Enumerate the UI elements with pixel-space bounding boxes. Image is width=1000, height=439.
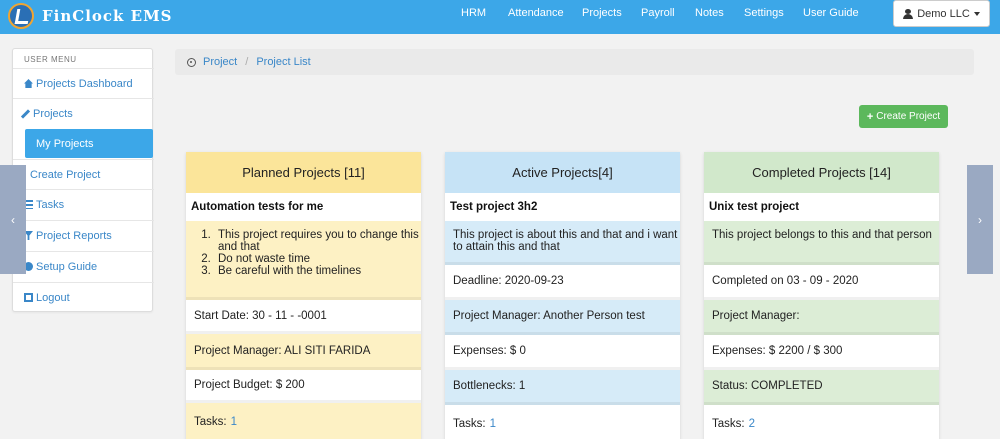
breadcrumb: Project / Project List — [175, 49, 974, 75]
project-description: This project requires you to change this… — [186, 221, 421, 300]
sidebar-item-setup-guide[interactable]: Setup Guide — [13, 251, 154, 281]
tasks-count-link[interactable]: 1 — [231, 416, 237, 428]
deadline: Deadline: 2020-09-23 — [445, 265, 680, 300]
sidebar-item-label: Tasks — [36, 198, 65, 211]
active-projects-column: Active Projects[4] Test project 3h2 This… — [445, 152, 680, 439]
nav-projects[interactable]: Projects — [582, 0, 622, 34]
create-project-label: Create Project — [876, 111, 941, 122]
user-menu-button[interactable]: Demo LLC — [893, 0, 990, 27]
breadcrumb-project[interactable]: Project — [203, 56, 237, 68]
sidebar-item-label: Create Project — [30, 168, 101, 181]
tasks-count-link[interactable]: 1 — [490, 418, 496, 430]
tasks-count-link[interactable]: 2 — [749, 418, 755, 430]
sidebar-item-label: Projects Dashboard — [36, 77, 133, 90]
project-name[interactable]: Unix test project — [704, 193, 939, 221]
breadcrumb-separator: / — [245, 56, 249, 68]
chevron-left-icon: ‹ — [11, 212, 15, 227]
project-manager: Project Manager: Another Person test — [445, 300, 680, 335]
nav-attendance[interactable]: Attendance — [508, 0, 564, 34]
expenses: Expenses: $ 2200 / $ 300 — [704, 335, 939, 370]
sidebar-item-project-reports[interactable]: Project Reports — [13, 220, 154, 250]
breadcrumb-project-list[interactable]: Project List — [256, 56, 310, 68]
bottlenecks: Bottlenecks: 1 — [445, 370, 680, 405]
dashboard-icon — [187, 57, 196, 67]
sidebar-item-label: Logout — [36, 291, 70, 304]
sidebar-item-my-projects[interactable]: My Projects — [25, 129, 153, 158]
sidebar-item-projects-dashboard[interactable]: Projects Dashboard — [13, 68, 154, 98]
sidebar-item-create-project[interactable]: Create Project — [13, 159, 154, 189]
description-list: This project requires you to change this… — [194, 229, 421, 277]
completed-date: Completed on 03 - 09 - 2020 — [704, 265, 939, 300]
tasks-label: Tasks: — [194, 415, 227, 428]
carousel-next-button[interactable]: › — [967, 165, 993, 274]
nav-notes[interactable]: Notes — [695, 0, 724, 34]
user-icon — [903, 8, 914, 19]
top-navbar: FinClock EMS HRM Attendance Projects Pay… — [0, 0, 1000, 34]
caret-down-icon — [973, 11, 980, 16]
sidebar-item-label: Setup Guide — [36, 260, 98, 273]
expenses: Expenses: $ 0 — [445, 335, 680, 370]
sidebar-item-label: My Projects — [36, 137, 94, 150]
sidebar-item-tasks[interactable]: Tasks — [13, 189, 154, 219]
user-menu-label: Demo LLC — [917, 7, 970, 20]
nav-hrm[interactable]: HRM — [461, 0, 486, 34]
brand-name: FinClock EMS — [42, 7, 173, 25]
sidebar-item-logout[interactable]: Logout — [13, 282, 154, 312]
nav-user-guide[interactable]: User Guide — [803, 0, 859, 34]
tasks: Tasks: 2 — [704, 405, 939, 439]
plus-icon: + — [866, 110, 874, 123]
sidebar-item-projects[interactable]: Projects — [13, 98, 154, 128]
start-date: Start Date: 30 - 11 - -0001 — [186, 300, 421, 334]
project-manager: Project Manager: — [704, 300, 939, 335]
tasks-label: Tasks: — [712, 417, 745, 430]
sidebar-item-label: Project Reports — [36, 229, 112, 242]
brand-logo-icon — [8, 3, 34, 29]
list-item: Be careful with the timelines — [214, 265, 421, 277]
sidebar: USER MENU Projects Dashboard Projects Cr… — [12, 48, 154, 312]
tasks-label: Tasks: — [453, 417, 486, 430]
project-description: This project is about this and that and … — [445, 221, 680, 265]
sidebar-heading: USER MENU — [24, 55, 77, 64]
project-description: This project belongs to this and that pe… — [704, 221, 939, 265]
list-item: Do not waste time — [214, 253, 421, 265]
brand[interactable]: FinClock EMS — [8, 2, 173, 30]
project-budget: Project Budget: $ 200 — [186, 370, 421, 403]
sidebar-item-label: Projects — [33, 107, 73, 120]
create-project-button[interactable]: + Create Project — [859, 105, 948, 128]
planned-projects-column: Planned Projects [11] Automation tests f… — [186, 152, 421, 439]
list-item: This project requires you to change this… — [214, 229, 421, 253]
completed-projects-column: Completed Projects [14] Unix test projec… — [704, 152, 939, 439]
status: Status: COMPLETED — [704, 370, 939, 405]
project-manager: Project Manager: ALI SITI FARIDA — [186, 334, 421, 370]
column-header: Active Projects[4] — [445, 152, 680, 193]
carousel-prev-button[interactable]: ‹ — [0, 165, 26, 274]
home-icon — [24, 79, 33, 88]
wrench-icon — [20, 108, 31, 119]
tasks: Tasks: 1 — [445, 405, 680, 439]
project-name[interactable]: Test project 3h2 — [445, 193, 680, 221]
project-name[interactable]: Automation tests for me — [186, 193, 421, 221]
nav-settings[interactable]: Settings — [744, 0, 784, 34]
chevron-right-icon: › — [978, 212, 982, 227]
column-header: Planned Projects [11] — [186, 152, 421, 193]
column-header: Completed Projects [14] — [704, 152, 939, 193]
tasks: Tasks: 1 — [186, 403, 421, 439]
logout-icon — [24, 293, 33, 302]
nav-payroll[interactable]: Payroll — [641, 0, 675, 34]
